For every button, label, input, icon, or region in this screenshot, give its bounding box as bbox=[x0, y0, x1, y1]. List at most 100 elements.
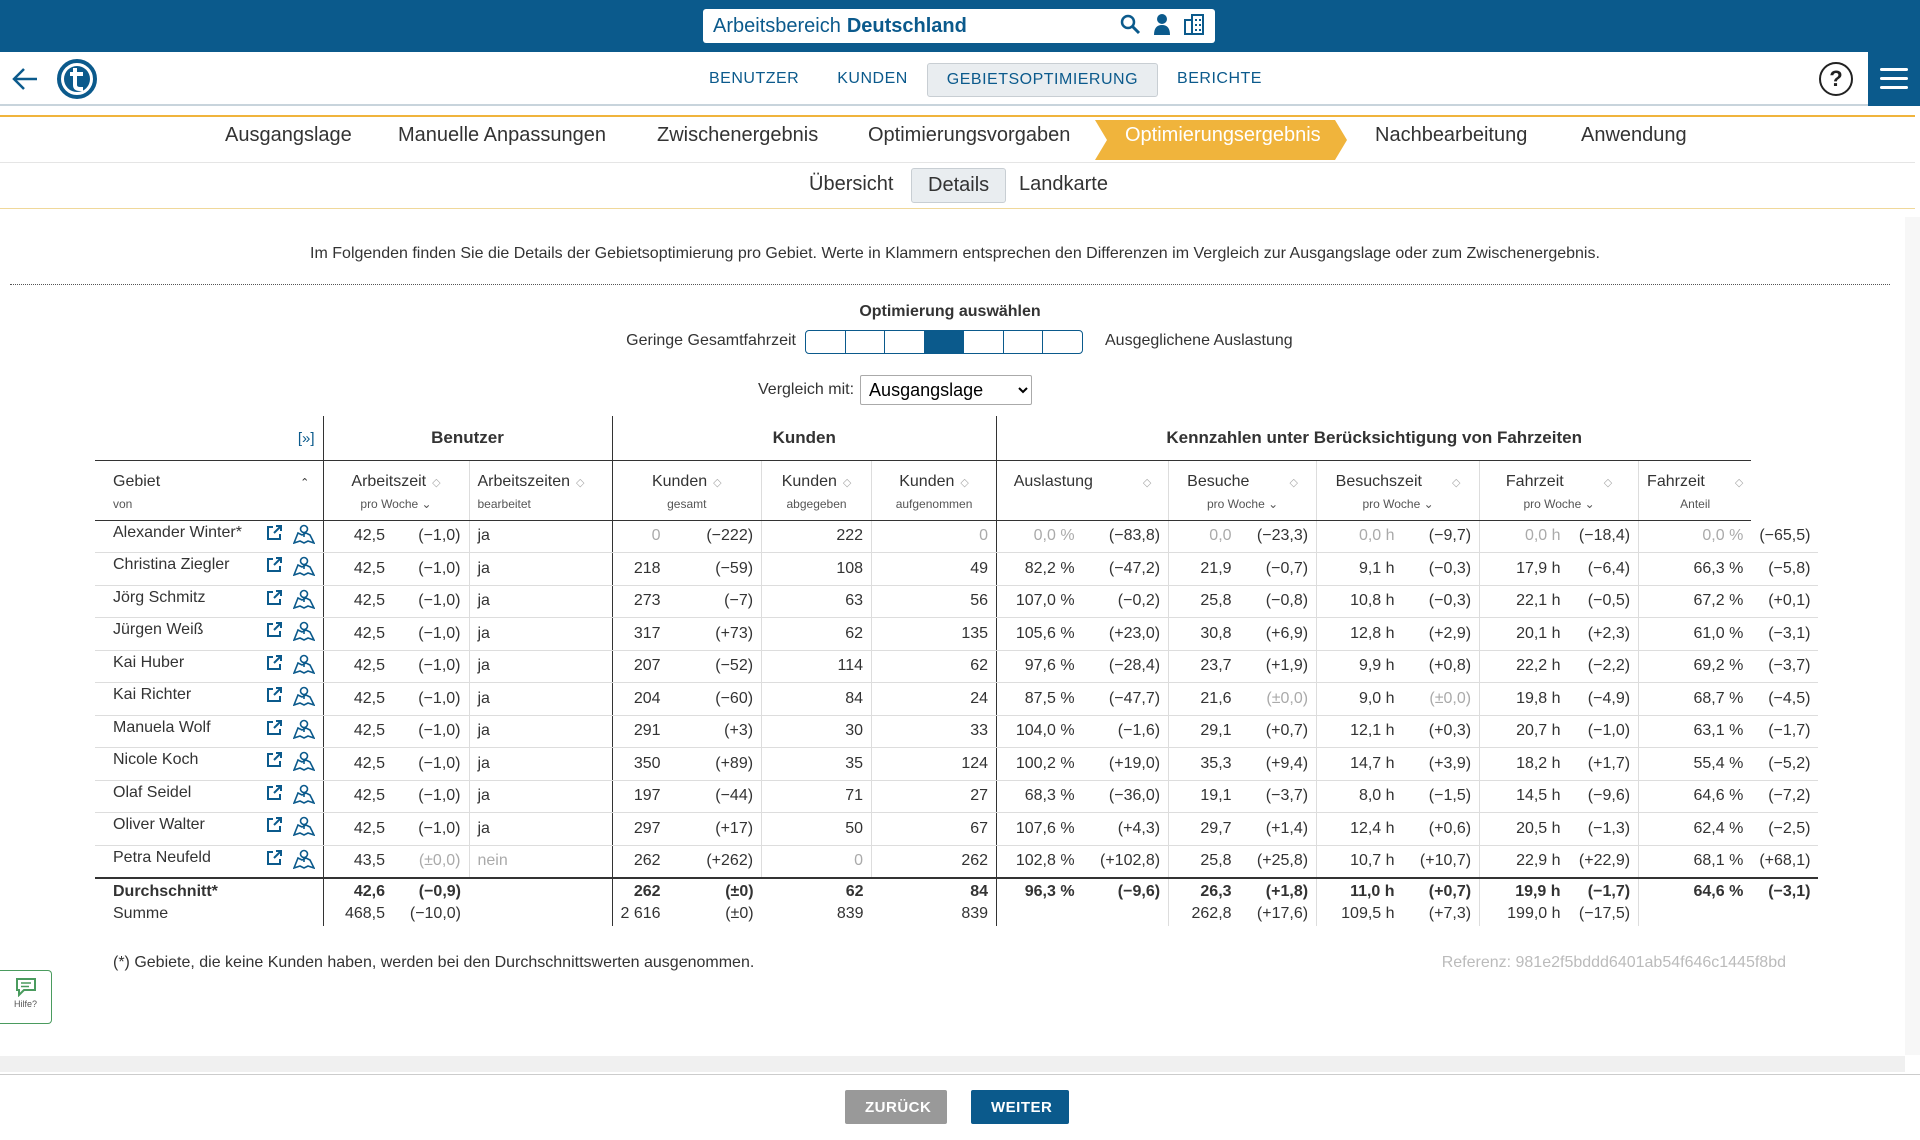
map-icon[interactable] bbox=[292, 556, 316, 581]
nav-benutzer[interactable]: BENUTZER bbox=[690, 63, 818, 97]
intro-text: Im Folgenden finden Sie die Details der … bbox=[310, 245, 1600, 262]
optimization-segment[interactable] bbox=[1042, 330, 1083, 354]
cell-kg_d: (+89) bbox=[668, 747, 762, 781]
step-anwendung[interactable]: Anwendung bbox=[1581, 124, 1687, 147]
optimization-segment[interactable] bbox=[805, 330, 846, 354]
nav-berichte[interactable]: BERICHTE bbox=[1158, 63, 1281, 97]
step-nachbearbeitung[interactable]: Nachbearbeitung bbox=[1375, 124, 1527, 147]
tab-uebersicht[interactable]: Übersicht bbox=[793, 168, 909, 201]
col-fahrzeit[interactable]: Fahrzeit ◇ pro Woche ⌄ bbox=[1479, 459, 1639, 521]
col-gebiet[interactable]: Gebiet ⌃ von bbox=[95, 459, 323, 521]
edit-external-icon[interactable] bbox=[265, 719, 283, 744]
vertical-scrollbar[interactable] bbox=[1905, 217, 1920, 1055]
optimization-segment[interactable] bbox=[963, 330, 1004, 354]
optimization-segment[interactable] bbox=[923, 330, 965, 354]
step-optimierungsvorgaben[interactable]: Optimierungsvorgaben bbox=[868, 124, 1070, 147]
edit-external-icon[interactable] bbox=[265, 621, 283, 646]
map-icon[interactable] bbox=[292, 686, 316, 711]
optimization-segment[interactable] bbox=[844, 330, 886, 354]
next-button[interactable]: WEITER bbox=[971, 1090, 1069, 1124]
cell-aus_d: (−47,2) bbox=[1082, 552, 1169, 586]
avg-besuchszeit-diff: (+0,7) bbox=[1402, 876, 1480, 902]
col-arbeitszeit[interactable]: Arbeitszeit ◇ pro Woche ⌄ bbox=[322, 459, 469, 521]
building-icon[interactable] bbox=[1183, 13, 1205, 35]
cell-fa: 69,2 % bbox=[1638, 650, 1752, 683]
step-manuelle-anpassungen[interactable]: Manuelle Anpassungen bbox=[398, 124, 606, 147]
col-arbeitszeiten-bearbeitet[interactable]: Arbeitszeiten ◇ bearbeitet bbox=[468, 459, 612, 521]
edit-external-icon[interactable] bbox=[265, 751, 283, 776]
optimization-segment[interactable] bbox=[884, 330, 925, 354]
tab-landkarte[interactable]: Landkarte bbox=[1003, 168, 1124, 201]
map-icon[interactable] bbox=[292, 524, 316, 549]
menu-icon[interactable] bbox=[1868, 52, 1920, 106]
edit-external-icon[interactable] bbox=[265, 686, 283, 711]
back-arrow-icon[interactable] bbox=[10, 64, 40, 98]
nav-kunden[interactable]: KUNDEN bbox=[818, 63, 927, 97]
workspace-label: Arbeitsbereich bbox=[713, 14, 841, 37]
cell-bearb: ja bbox=[468, 715, 612, 748]
col-besuchszeit[interactable]: Besuchszeit ◇ pro Woche ⌄ bbox=[1316, 459, 1480, 521]
col-kunden-abgegeben[interactable]: Kunden ◇ abgegeben bbox=[761, 459, 872, 521]
search-icon[interactable] bbox=[1119, 13, 1141, 35]
col-besuche[interactable]: Besuche ◇ pro Woche ⌄ bbox=[1168, 459, 1317, 521]
app-logo[interactable] bbox=[56, 58, 98, 104]
step-optimierungsergebnis[interactable]: Optimierungsergebnis bbox=[1125, 124, 1321, 147]
chat-icon bbox=[15, 978, 36, 998]
cell-bz_d: (±0,0) bbox=[1402, 682, 1480, 716]
back-button[interactable]: ZURÜCK bbox=[845, 1090, 947, 1124]
edit-external-icon[interactable] bbox=[265, 524, 283, 549]
cell-auf: 27 bbox=[871, 780, 997, 813]
nav-gebietsoptimierung[interactable]: GEBIETSOPTIMIERUNG bbox=[926, 63, 1159, 97]
gebiet-cell: Olaf Seidel bbox=[95, 780, 323, 813]
edit-external-icon[interactable] bbox=[265, 556, 283, 581]
help-chat-button[interactable]: Hilfe? bbox=[0, 970, 52, 1024]
map-icon[interactable] bbox=[292, 719, 316, 744]
map-icon[interactable] bbox=[292, 784, 316, 809]
map-icon[interactable] bbox=[292, 751, 316, 776]
cell-fa_d: (−5,2) bbox=[1751, 747, 1819, 781]
workspace-selector[interactable]: Arbeitsbereich Deutschland bbox=[703, 9, 1215, 43]
col-kunden-aufgenommen[interactable]: Kunden ◇ aufgenommen bbox=[871, 459, 997, 521]
expand-columns-button[interactable]: [»] bbox=[95, 416, 323, 460]
user-icon[interactable] bbox=[1153, 13, 1171, 35]
edit-external-icon[interactable] bbox=[265, 589, 283, 614]
sum-kunden-diff: (±0) bbox=[725, 904, 754, 922]
col-kunden-gesamt[interactable]: Kunden ◇ gesamt bbox=[611, 459, 762, 521]
edit-external-icon[interactable] bbox=[265, 784, 283, 809]
cell-aus_d: (+4,3) bbox=[1082, 812, 1169, 846]
cell-fz: 18,2 h bbox=[1479, 747, 1569, 781]
step-ausgangslage[interactable]: Ausgangslage bbox=[225, 124, 352, 147]
edit-external-icon[interactable] bbox=[265, 849, 283, 874]
map-icon[interactable] bbox=[292, 589, 316, 614]
cell-aus: 97,6 % bbox=[996, 650, 1083, 683]
cell-bz: 12,4 h bbox=[1316, 812, 1403, 846]
group-kunden: Kunden bbox=[611, 416, 997, 460]
avg-kunden-diff: (±0) bbox=[668, 876, 762, 902]
cell-kg: 204 bbox=[611, 682, 669, 716]
col-fahrzeit-anteil[interactable]: Fahrzeit ◇ Anteil bbox=[1638, 459, 1752, 521]
edit-external-icon[interactable] bbox=[265, 654, 283, 679]
col-auslastung[interactable]: Auslastung ◇ bbox=[996, 459, 1169, 521]
avg-label: Durchschnitt* bbox=[95, 876, 323, 902]
map-icon[interactable] bbox=[292, 654, 316, 679]
cell-bz_d: (+2,9) bbox=[1402, 617, 1480, 651]
cell-fz_d: (−18,4) bbox=[1568, 520, 1639, 553]
sum-besuche: 262,8 bbox=[1168, 901, 1240, 926]
edit-external-icon[interactable] bbox=[265, 816, 283, 841]
help-icon[interactable]: ? bbox=[1819, 62, 1853, 96]
cell-bz_d: (−0,3) bbox=[1402, 552, 1480, 586]
horizontal-scrollbar[interactable] bbox=[0, 1056, 1905, 1072]
cell-kg_d: (+73) bbox=[668, 617, 762, 651]
map-icon[interactable] bbox=[292, 849, 316, 874]
tab-details[interactable]: Details bbox=[911, 168, 1007, 203]
optimization-segment[interactable] bbox=[1002, 330, 1044, 354]
cell-kg: 273 bbox=[611, 585, 669, 618]
map-icon[interactable] bbox=[292, 621, 316, 646]
sum-kunden: 2 616 bbox=[611, 901, 669, 926]
step-zwischenergebnis[interactable]: Zwischenergebnis bbox=[657, 124, 818, 147]
optimization-slider[interactable] bbox=[805, 330, 1083, 354]
cell-auf: 135 bbox=[871, 617, 997, 651]
map-icon[interactable] bbox=[292, 816, 316, 841]
cell-auf: 67 bbox=[871, 812, 997, 846]
compare-select[interactable]: Ausgangslage bbox=[860, 375, 1033, 405]
